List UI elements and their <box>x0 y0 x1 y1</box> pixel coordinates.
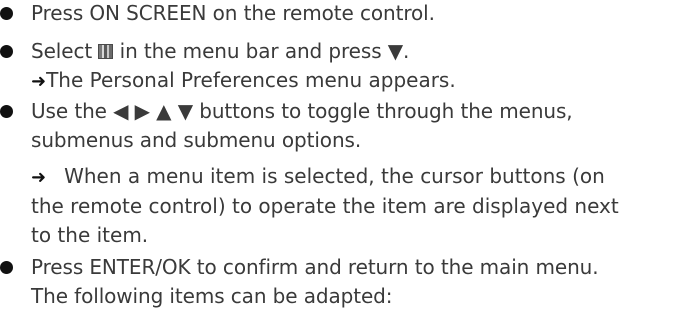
list-item: Select in the menu bar and press ▼. ➜The… <box>0 37 674 96</box>
step-3-result-text-1: When a menu item is selected, the cursor… <box>64 164 605 188</box>
bullet-icon <box>0 105 13 118</box>
step-4-line-1: Press ENTER/OK to confirm and return to … <box>31 255 599 279</box>
step-3-result-line-3: to the item. <box>31 223 149 247</box>
step-4-line-2: The following items can be adapted: <box>31 284 393 308</box>
step-2-text-before: Select <box>31 39 99 63</box>
step-1-text: Press ON SCREEN on the remote control. <box>31 1 435 25</box>
step-2-text-after: in the menu bar and press ▼. <box>113 39 410 63</box>
step-3-line-1: Use the ◀ ▶ ▲ ▼ buttons to toggle throug… <box>31 99 573 123</box>
step-2-text: Select in the menu bar and press ▼. <box>31 37 674 66</box>
bullet-icon <box>0 7 13 20</box>
step-3-result-line-2: the remote control) to operate the item … <box>31 194 619 218</box>
list-item: Use the ◀ ▶ ▲ ▼ buttons to toggle throug… <box>0 97 674 250</box>
list-item: Press ON SCREEN on the remote control. <box>0 0 674 28</box>
bullet-icon <box>0 261 13 274</box>
arrow-right-icon: ➜ <box>31 71 47 92</box>
step-2-result: ➜The Personal Preferences menu appears. <box>31 66 674 96</box>
picture-menu-icon <box>98 44 114 59</box>
step-3-line-2: submenus and submenu options. <box>31 128 362 152</box>
instruction-list: Press ON SCREEN on the remote control. S… <box>0 0 674 311</box>
bullet-icon <box>0 45 13 58</box>
step-2-result-text: The Personal Preferences menu appears. <box>46 68 456 92</box>
arrow-right-icon: ➜ <box>31 167 47 188</box>
step-3-result-line-1: ➜ When a menu item is selected, the curso… <box>31 162 674 192</box>
list-item: Press ENTER/OK to confirm and return to … <box>0 253 674 311</box>
